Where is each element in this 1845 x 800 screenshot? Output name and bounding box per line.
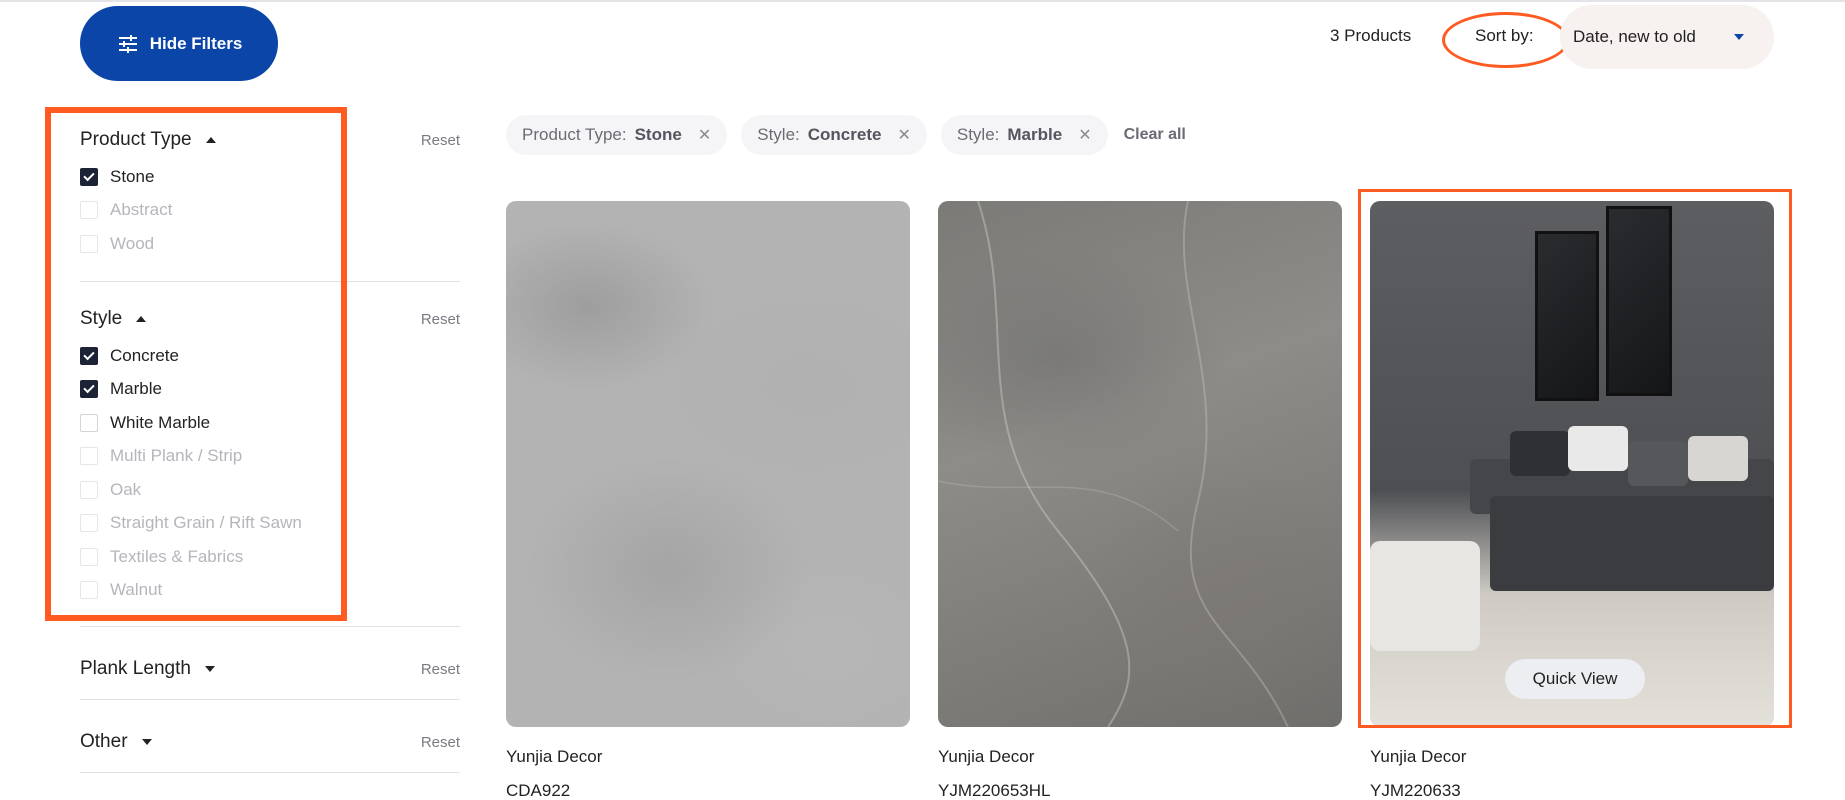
hide-filters-button[interactable]: Hide Filters (80, 6, 278, 81)
product-code[interactable]: YJM220633 (1370, 781, 1774, 800)
filter-plank-length: Plank Length Reset (80, 627, 460, 700)
active-filter-chip[interactable]: Style: Concrete ✕ (741, 115, 927, 155)
sort-value: Date, new to old (1573, 27, 1696, 46)
active-filters: Product Type: Stone ✕ Style: Concrete ✕ Styl… (506, 115, 1186, 155)
product-code[interactable]: YJM220653HL (938, 781, 1342, 800)
product-card[interactable]: Yunjia Decor CDA922 (506, 201, 910, 800)
reset-button[interactable]: Reset (421, 734, 460, 751)
top-divider (0, 0, 1845, 2)
marble-veins (938, 201, 1289, 727)
product-brand: Yunjia Decor (506, 747, 603, 766)
sliders-icon (118, 34, 137, 53)
sort-annotation-circle (1442, 12, 1569, 68)
chevron-down-icon (141, 739, 152, 745)
filter-title: Plank Length (80, 658, 191, 679)
chevron-down-icon (1734, 34, 1744, 40)
product-code[interactable]: CDA922 (506, 781, 910, 800)
close-icon[interactable]: ✕ (897, 125, 910, 145)
clear-all-link[interactable]: Clear all (1124, 126, 1186, 144)
active-filter-chip[interactable]: Style: Marble ✕ (940, 115, 1108, 155)
product-image[interactable] (938, 201, 1342, 727)
filter-other-header[interactable]: Other Reset (80, 722, 460, 762)
product-annotation-box (1358, 189, 1792, 728)
reset-button[interactable]: Reset (421, 132, 460, 149)
filter-plank-length-header[interactable]: Plank Length Reset (80, 649, 460, 689)
filter-other: Other Reset (80, 700, 460, 773)
product-count: 3 Products (1330, 26, 1412, 45)
close-icon[interactable]: ✕ (698, 125, 711, 145)
product-brand: Yunjia Decor (1370, 747, 1467, 766)
sort-dropdown[interactable]: Date, new to old (1560, 5, 1774, 69)
filter-title: Other (80, 731, 128, 752)
filter-annotation-box (45, 107, 347, 621)
product-brand: Yunjia Decor (938, 747, 1035, 766)
product-image[interactable] (506, 201, 910, 727)
hide-filters-label: Hide Filters (149, 33, 243, 53)
close-icon[interactable]: ✕ (1078, 125, 1091, 145)
reset-button[interactable]: Reset (421, 661, 460, 678)
active-filter-chip[interactable]: Product Type: Stone ✕ (506, 115, 728, 155)
product-card[interactable]: Yunjia Decor YJM220653HL (938, 201, 1342, 800)
chevron-down-icon (204, 666, 215, 672)
reset-button[interactable]: Reset (421, 311, 460, 328)
